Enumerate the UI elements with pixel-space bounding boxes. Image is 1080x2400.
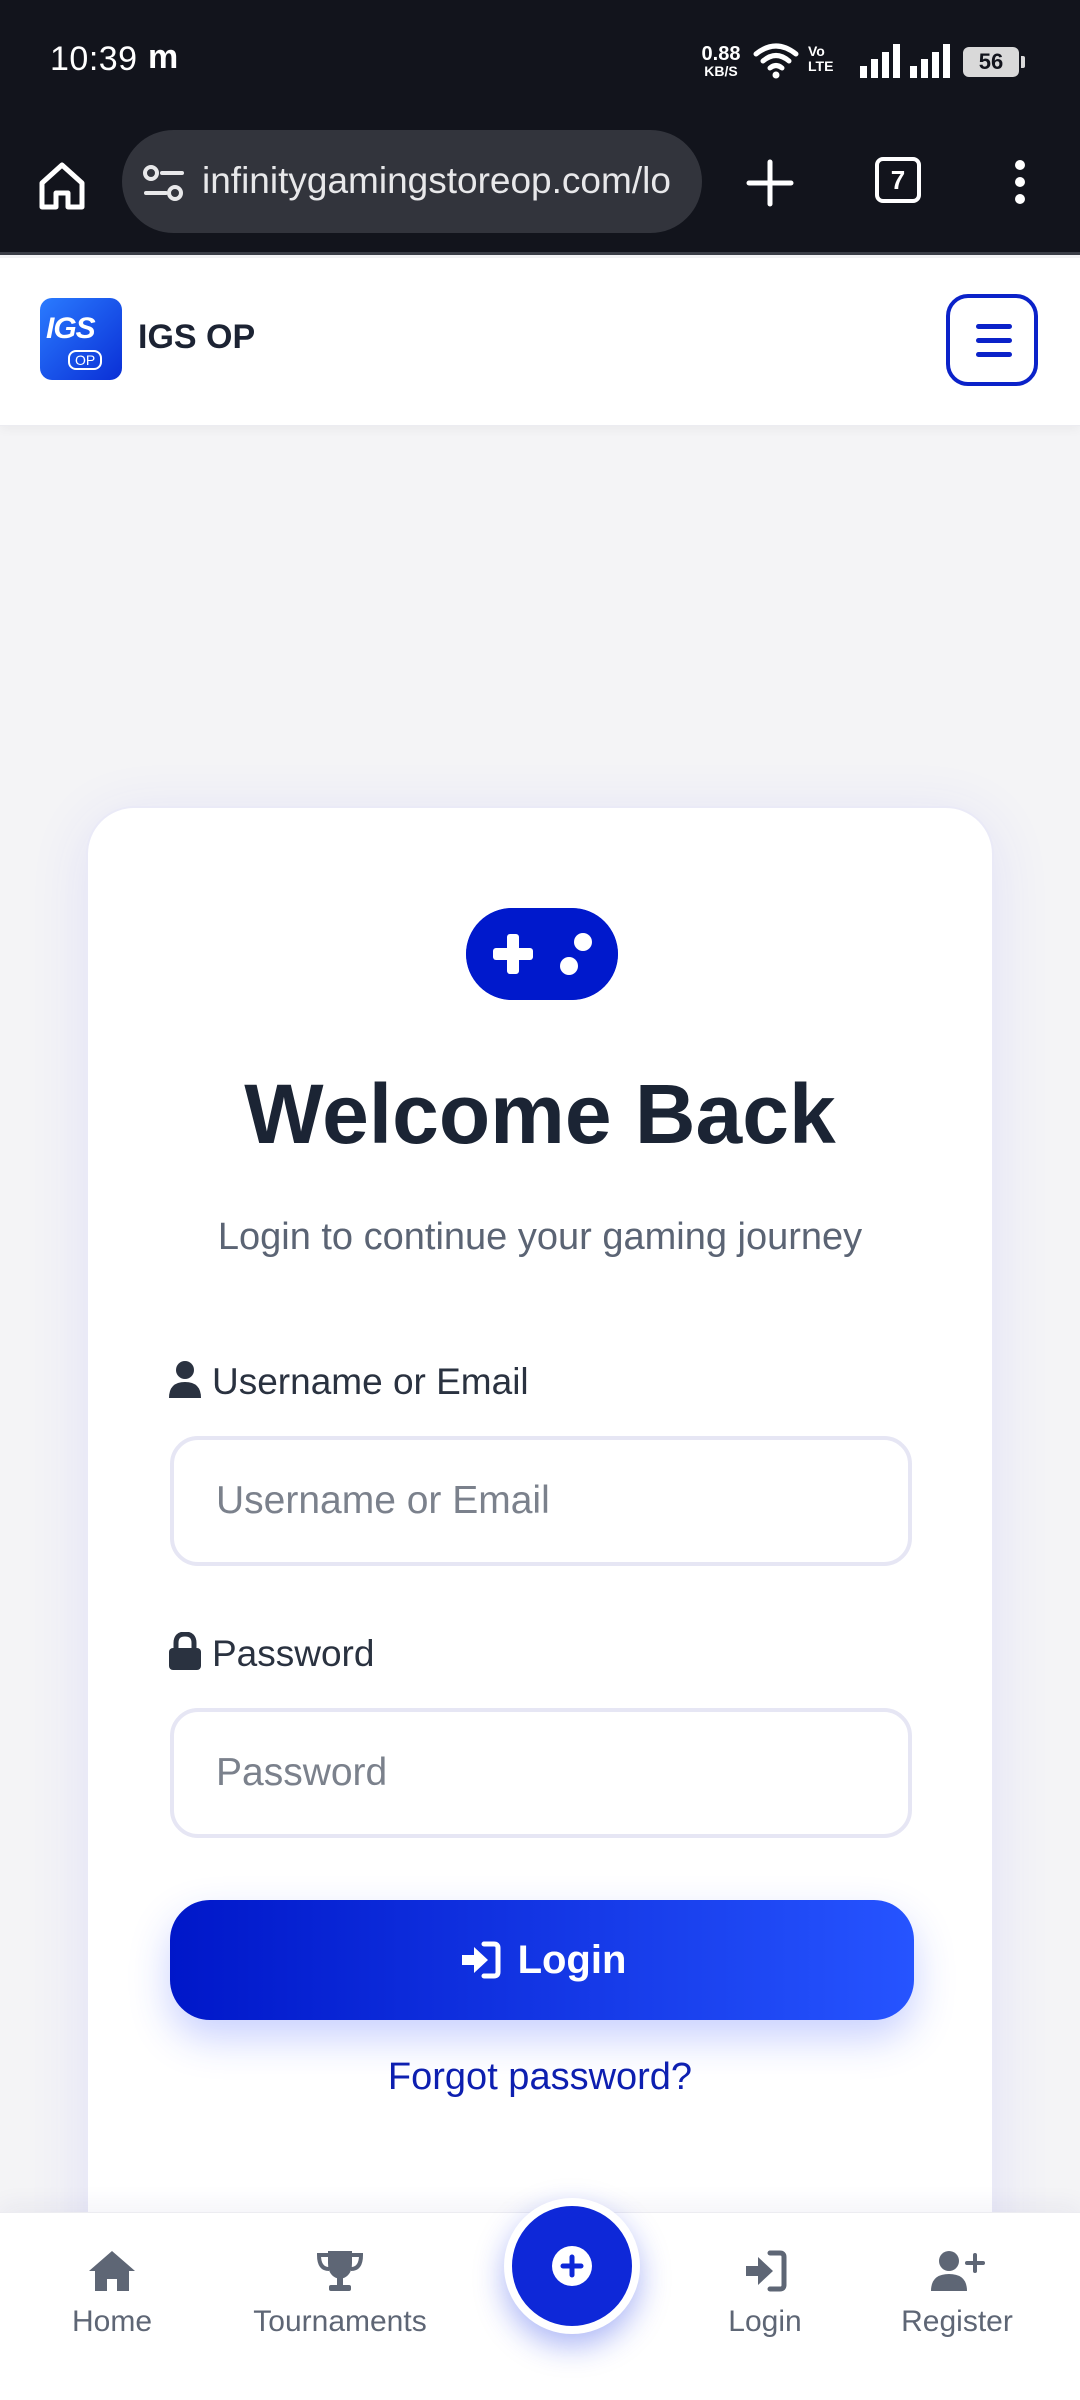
wifi-icon (753, 43, 799, 79)
plus-circle-icon (552, 2246, 592, 2286)
status-time: 10:39 (50, 40, 138, 78)
network-speed-value: 0.88 (701, 43, 741, 65)
username-label: Username or Email (168, 1360, 529, 1403)
page-subtitle: Login to continue your gaming journey (217, 1216, 863, 1258)
volte-line1: Vo (808, 43, 825, 59)
site-logo[interactable]: IGS OP (40, 298, 122, 380)
home-icon (89, 2251, 135, 2291)
login-card: Welcome Back Login to continue your gami… (86, 806, 994, 2366)
menu-toggle-button[interactable] (946, 294, 1038, 386)
user-icon (169, 1361, 201, 1398)
center-action-button[interactable] (504, 2198, 640, 2334)
lock-icon (169, 1632, 201, 1670)
browser-toolbar: infinitygamingstoreop.com/lo 7 (0, 125, 1080, 255)
logo-sub: OP (68, 350, 103, 370)
tab-switcher-button[interactable]: 7 (875, 157, 921, 203)
site-settings-icon[interactable] (142, 163, 186, 203)
password-input[interactable] (170, 1708, 912, 1838)
site-header: IGS OP IGS OP (0, 258, 1080, 426)
page-title: Welcome Back (244, 1067, 836, 1161)
hamburger-line (976, 338, 1012, 343)
network-speed-unit: KB/S (704, 63, 738, 79)
username-input[interactable] (170, 1436, 912, 1566)
username-label-text: Username or Email (212, 1361, 529, 1402)
password-label-text: Password (212, 1633, 375, 1674)
trophy-icon (316, 2251, 364, 2291)
nav-item-tournaments[interactable]: Tournaments (242, 2249, 438, 2339)
volte-line2: LTE (808, 57, 834, 74)
nav-label-login: Login (728, 2305, 802, 2338)
nav-label-tournaments: Tournaments (253, 2305, 427, 2338)
hamburger-line (976, 352, 1012, 357)
nav-label-home: Home (71, 2305, 153, 2338)
volte-indicator: Vo LTE (808, 44, 833, 73)
nav-item-register[interactable]: Register (892, 2249, 1022, 2339)
signal-icon-2 (910, 44, 950, 78)
sign-in-icon (461, 1941, 501, 1978)
battery-icon: 56 (963, 47, 1025, 77)
status-bar: 10:39 m 0.88 KB/S Vo LTE 56 (0, 0, 1080, 125)
new-tab-icon[interactable] (745, 158, 795, 208)
nav-item-home[interactable]: Home (62, 2249, 162, 2339)
app-notification-icon: m (148, 38, 179, 76)
password-label: Password (168, 1632, 374, 1675)
nav-label-register: Register (901, 2305, 1013, 2338)
hamburger-line (976, 324, 1012, 329)
more-menu-icon[interactable] (1010, 159, 1030, 205)
url-text[interactable]: infinitygamingstoreop.com/lo (202, 160, 682, 202)
logo-text: IGS (46, 312, 96, 345)
brand-name[interactable]: IGS OP (138, 318, 255, 357)
gamepad-icon (466, 908, 618, 1000)
login-button[interactable]: Login (170, 1900, 914, 2020)
sign-in-icon (746, 2250, 787, 2292)
network-speed: 0.88 KB/S (694, 44, 748, 78)
nav-item-login[interactable]: Login (715, 2249, 815, 2339)
url-bar[interactable]: infinitygamingstoreop.com/lo (122, 130, 702, 233)
login-button-label: Login (517, 1937, 627, 1982)
forgot-password-link[interactable]: Forgot password? (88, 2056, 992, 2099)
home-icon[interactable] (32, 155, 92, 215)
user-plus-icon (931, 2251, 985, 2291)
signal-icon (860, 44, 900, 78)
